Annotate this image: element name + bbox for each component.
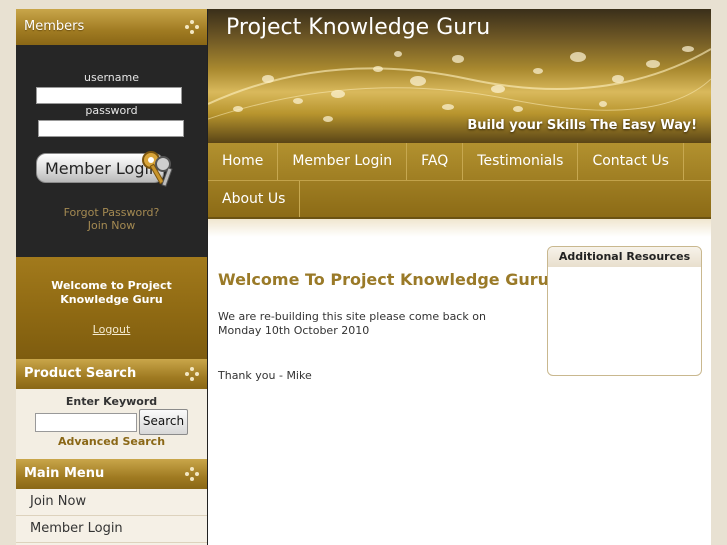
nav-row: About Us	[208, 180, 711, 217]
nav-row: Home Member Login FAQ Testimonials Conta…	[208, 143, 711, 180]
site-tagline: Build your Skills The Easy Way!	[467, 118, 697, 133]
signature-text: Thank you - Mike	[218, 369, 312, 382]
top-navigation: Home Member Login FAQ Testimonials Conta…	[208, 143, 711, 217]
members-header: Members	[16, 9, 207, 45]
search-button[interactable]: Search	[139, 409, 188, 435]
diamond-dots-icon	[185, 20, 199, 34]
member-login-button[interactable]: Member Login	[36, 151, 173, 187]
forgot-password-link[interactable]: Forgot Password?	[16, 206, 207, 219]
notice-text: We are re-building this site please come…	[218, 310, 486, 337]
product-search-panel: Enter Keyword Search Advanced Search	[16, 389, 207, 459]
menu-item-member-login[interactable]: Member Login	[16, 516, 207, 543]
username-input[interactable]	[36, 87, 182, 104]
advanced-search-link[interactable]: Advanced Search	[16, 435, 207, 448]
menu-item-join-now[interactable]: Join Now	[16, 489, 207, 516]
password-label: password	[85, 104, 138, 117]
login-panel: username password Member Login Forgot Pa…	[16, 45, 207, 257]
nav-faq[interactable]: FAQ	[407, 143, 464, 180]
diamond-dots-icon	[185, 467, 199, 481]
sidebar: Members username password Member Login F…	[16, 9, 208, 545]
password-input[interactable]	[38, 120, 184, 137]
keyword-input[interactable]	[35, 413, 137, 432]
additional-resources-box: Additional Resources	[547, 246, 702, 376]
site-title: Project Knowledge Guru	[226, 15, 491, 40]
header-banner: Project Knowledge Guru Build your Skills…	[208, 9, 711, 143]
page: Members username password Member Login F…	[16, 9, 711, 545]
page-heading: Welcome To Project Knowledge Guru	[218, 270, 550, 289]
keys-icon	[142, 151, 173, 187]
enter-keyword-label: Enter Keyword	[65, 395, 158, 408]
nav-divider	[208, 217, 711, 237]
nav-contact-us[interactable]: Contact Us	[578, 143, 684, 180]
members-header-label: Members	[24, 19, 85, 34]
main-menu-header: Main Menu	[16, 459, 207, 489]
username-label: username	[84, 71, 139, 84]
nav-member-login[interactable]: Member Login	[278, 143, 408, 180]
join-now-link[interactable]: Join Now	[16, 219, 207, 232]
product-search-header: Product Search	[16, 359, 207, 389]
additional-resources-header: Additional Resources	[548, 247, 701, 267]
welcome-panel: Welcome to Project Knowledge Guru Logout	[16, 257, 207, 359]
main-menu-header-label: Main Menu	[24, 466, 105, 481]
welcome-text: Welcome to Project Knowledge Guru	[51, 279, 172, 306]
main-area: Project Knowledge Guru Build your Skills…	[208, 9, 711, 545]
nav-home[interactable]: Home	[208, 143, 279, 180]
nav-testimonials[interactable]: Testimonials	[463, 143, 579, 180]
diamond-dots-icon	[185, 367, 199, 381]
nav-about-us[interactable]: About Us	[208, 181, 301, 217]
product-search-header-label: Product Search	[24, 366, 137, 381]
logout-link[interactable]: Logout	[16, 323, 207, 336]
